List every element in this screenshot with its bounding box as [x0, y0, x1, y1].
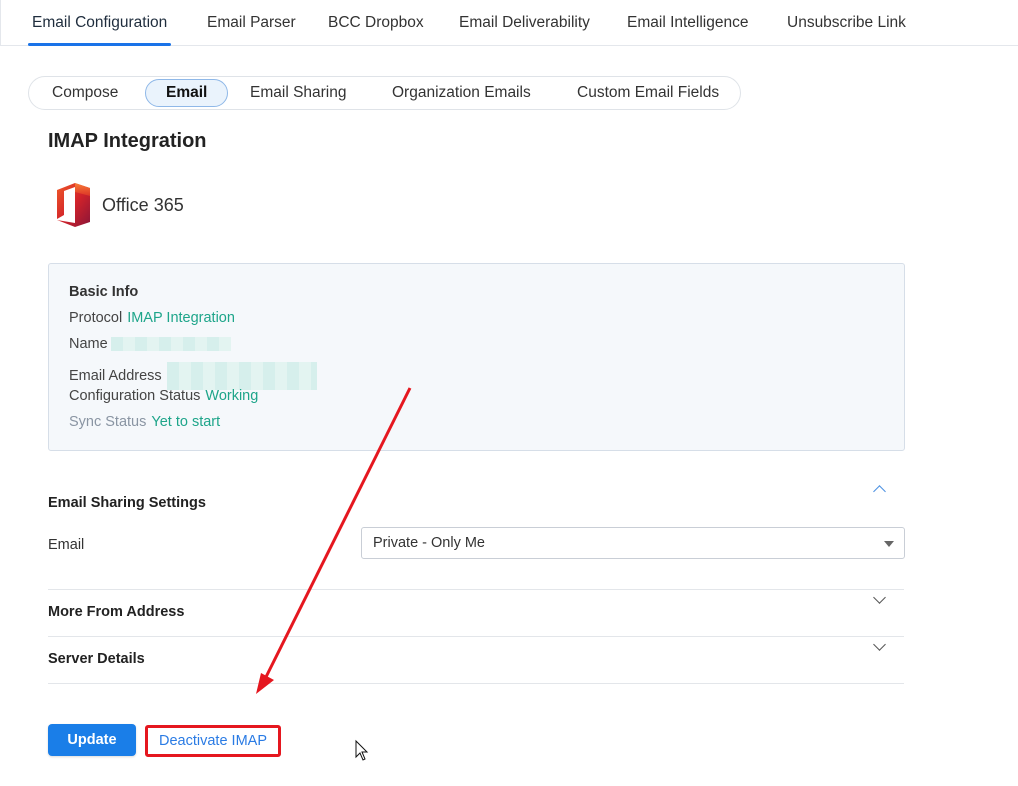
- sync-status-label: Sync Status: [69, 414, 147, 430]
- page-title: IMAP Integration: [48, 130, 207, 152]
- caret-down-icon: [884, 541, 894, 547]
- email-address-label: Email Address: [69, 367, 162, 384]
- name-row: Name: [69, 336, 231, 352]
- basic-info-panel: Basic Info Protocol IMAP Integration Name…: [48, 263, 905, 451]
- subtab-custom-email-fields[interactable]: Custom Email Fields: [577, 84, 719, 102]
- provider-name: Office 365: [102, 195, 184, 215]
- tab-email-deliverability[interactable]: Email Deliverability: [459, 14, 590, 32]
- subtab-email[interactable]: Email: [145, 79, 229, 107]
- email-sharing-label: Email: [48, 537, 85, 553]
- basic-info-heading: Basic Info: [69, 284, 139, 300]
- name-redacted: [110, 337, 231, 352]
- tab-email-configuration[interactable]: Email Configuration: [27, 14, 172, 46]
- tab-unsubscribe-link[interactable]: Unsubscribe Link: [787, 14, 906, 32]
- configuration-status-value: Working: [205, 388, 259, 404]
- email-address-redacted: [166, 362, 317, 390]
- sub-tab-bar: Compose Email Email Sharing Organization…: [28, 76, 741, 110]
- subtab-email-sharing[interactable]: Email Sharing: [250, 84, 347, 102]
- mouse-cursor-icon: [355, 739, 369, 761]
- configuration-status-row: Configuration Status Working: [69, 388, 258, 404]
- configuration-status-label: Configuration Status: [69, 388, 201, 404]
- email-sharing-select-value: Private - Only Me: [373, 535, 485, 551]
- email-address-row: Email Address: [69, 362, 317, 390]
- subtab-organization-emails[interactable]: Organization Emails: [392, 84, 531, 102]
- server-details-toggle[interactable]: Server Details: [48, 651, 145, 667]
- more-from-address-toggle[interactable]: More From Address: [48, 604, 184, 620]
- name-label: Name: [69, 336, 108, 352]
- protocol-label: Protocol: [69, 310, 123, 326]
- chevron-up-icon[interactable]: [873, 485, 886, 498]
- deactivate-imap-button[interactable]: Deactivate IMAP: [145, 725, 281, 757]
- chevron-down-icon[interactable]: [873, 638, 886, 651]
- tab-email-intelligence[interactable]: Email Intelligence: [627, 14, 748, 32]
- divider: [48, 589, 904, 590]
- protocol-value: IMAP Integration: [127, 310, 235, 326]
- tab-email-parser[interactable]: Email Parser: [207, 14, 296, 32]
- email-sharing-settings-title: Email Sharing Settings: [48, 495, 206, 511]
- top-tab-bar: Email Configuration Email Parser BCC Dro…: [0, 0, 1018, 46]
- email-sharing-select[interactable]: Private - Only Me: [361, 527, 905, 559]
- tab-bcc-dropbox[interactable]: BCC Dropbox: [328, 14, 424, 32]
- protocol-row: Protocol IMAP Integration: [69, 310, 235, 326]
- chevron-down-icon[interactable]: [873, 591, 886, 604]
- office365-logo-icon: [57, 183, 90, 227]
- sync-status-row: Sync Status Yet to start: [69, 414, 220, 430]
- divider: [48, 636, 904, 637]
- divider: [48, 683, 904, 684]
- update-button[interactable]: Update: [48, 724, 136, 756]
- sync-status-value: Yet to start: [151, 414, 221, 430]
- subtab-compose[interactable]: Compose: [52, 84, 118, 102]
